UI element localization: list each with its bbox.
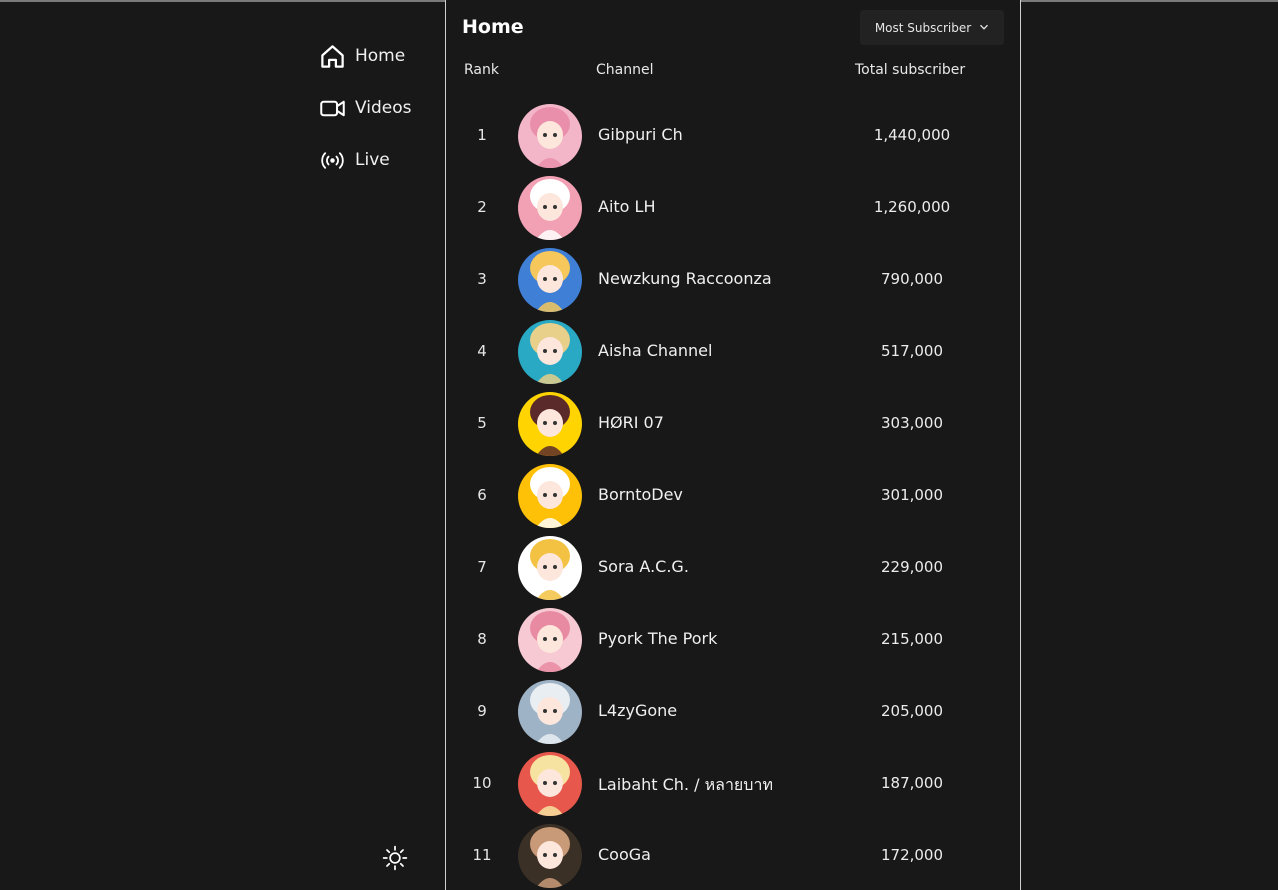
table-row[interactable]: 3 Newzkung Raccoonza 790,000	[446, 244, 1020, 316]
sidebar-item-videos[interactable]: Videos	[319, 88, 429, 128]
table-row[interactable]: 8 Pyork The Pork 215,000	[446, 604, 1020, 676]
channel-name[interactable]: Gibpuri Ch	[598, 125, 683, 144]
page-title: Home	[462, 16, 524, 38]
channel-name[interactable]: Sora A.C.G.	[598, 557, 689, 576]
rank-cell: 2	[477, 198, 487, 216]
table-row[interactable]: 6 BorntoDev 301,000	[446, 460, 1020, 532]
avatar[interactable]	[518, 392, 582, 456]
table-row[interactable]: 10 Laibaht Ch. / หลายบาท 187,000	[446, 748, 1020, 820]
subscriber-count: 187,000	[880, 774, 944, 792]
table-row[interactable]: 11 CooGa 172,000	[446, 820, 1020, 890]
live-icon	[319, 147, 346, 174]
home-icon	[319, 43, 346, 70]
sidebar: Home Videos Live	[0, 0, 445, 890]
sidebar-item-label: Videos	[355, 98, 412, 118]
channel-name[interactable]: Newzkung Raccoonza	[598, 269, 772, 288]
channel-name[interactable]: BorntoDev	[598, 485, 683, 504]
subscriber-count: 303,000	[880, 414, 944, 432]
table-row[interactable]: 9 L4zyGone 205,000	[446, 676, 1020, 748]
rank-cell: 4	[477, 342, 487, 360]
rank-cell: 9	[477, 702, 487, 720]
table-row[interactable]: 7 Sora A.C.G. 229,000	[446, 532, 1020, 604]
avatar[interactable]	[518, 608, 582, 672]
channel-name[interactable]: Pyork The Pork	[598, 629, 717, 648]
sidebar-item-label: Live	[355, 150, 390, 170]
column-header-channel: Channel	[596, 62, 654, 78]
channel-name[interactable]: L4zyGone	[598, 701, 677, 720]
channel-name[interactable]: Aito LH	[598, 197, 655, 216]
subscriber-count: 172,000	[880, 846, 944, 864]
main-panel: Home Most Subscriber Rank Channel Total …	[445, 0, 1021, 890]
channel-name[interactable]: HØRI 07	[598, 413, 664, 432]
sort-dropdown-label: Most Subscriber	[874, 20, 972, 35]
rank-cell: 1	[477, 126, 487, 144]
subscriber-count: 517,000	[880, 342, 944, 360]
avatar[interactable]	[518, 536, 582, 600]
rank-cell: 10	[472, 774, 492, 792]
column-header-subscribers: Total subscriber	[855, 62, 966, 78]
subscriber-count: 1,260,000	[873, 198, 951, 216]
channel-name[interactable]: CooGa	[598, 845, 651, 864]
video-icon	[319, 95, 346, 122]
avatar[interactable]	[518, 248, 582, 312]
channel-name[interactable]: Laibaht Ch. / หลายบาท	[598, 773, 773, 798]
rank-cell: 6	[477, 486, 487, 504]
sun-icon	[382, 845, 408, 875]
avatar[interactable]	[518, 176, 582, 240]
rank-cell: 8	[477, 630, 487, 648]
avatar[interactable]	[518, 752, 582, 816]
subscriber-count: 205,000	[880, 702, 944, 720]
avatar[interactable]	[518, 320, 582, 384]
subscriber-count: 1,440,000	[873, 126, 951, 144]
subscriber-count: 229,000	[880, 558, 944, 576]
table-row[interactable]: 4 Aisha Channel 517,000	[446, 316, 1020, 388]
subscriber-count: 790,000	[880, 270, 944, 288]
sort-dropdown[interactable]: Most Subscriber	[860, 10, 1004, 45]
avatar[interactable]	[518, 464, 582, 528]
avatar[interactable]	[518, 104, 582, 168]
theme-toggle-button[interactable]	[382, 845, 408, 871]
subscriber-count: 301,000	[880, 486, 944, 504]
sidebar-item-home[interactable]: Home	[319, 36, 429, 76]
avatar[interactable]	[518, 824, 582, 888]
table-row[interactable]: 2 Aito LH 1,260,000	[446, 172, 1020, 244]
rank-cell: 5	[477, 414, 487, 432]
rank-cell: 3	[477, 270, 487, 288]
avatar[interactable]	[518, 680, 582, 744]
table-row[interactable]: 1 Gibpuri Ch 1,440,000	[446, 100, 1020, 172]
column-header-rank: Rank	[464, 62, 499, 78]
subscriber-count: 215,000	[880, 630, 944, 648]
sidebar-item-live[interactable]: Live	[319, 140, 429, 180]
table-row[interactable]: 5 HØRI 07 303,000	[446, 388, 1020, 460]
sidebar-item-label: Home	[355, 46, 406, 66]
chevron-down-icon	[979, 21, 989, 35]
channel-name[interactable]: Aisha Channel	[598, 341, 712, 360]
rank-cell: 11	[472, 846, 492, 864]
rank-cell: 7	[477, 558, 487, 576]
